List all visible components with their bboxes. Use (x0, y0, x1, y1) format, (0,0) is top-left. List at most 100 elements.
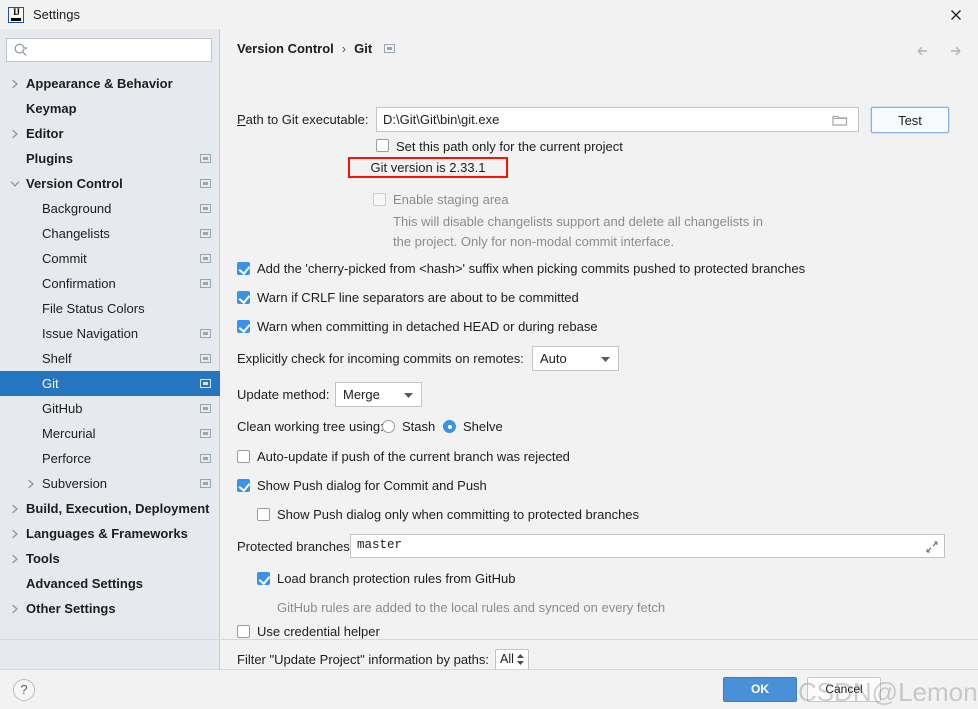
update-method-label: Update method: (237, 387, 330, 402)
sidebar-item-shelf[interactable]: Shelf (0, 346, 220, 371)
stepper-up-icon[interactable] (516, 654, 524, 658)
protected-branches-input[interactable]: master (350, 534, 945, 558)
git-executable-path-input[interactable] (376, 107, 859, 132)
set-path-current-project-checkbox[interactable] (376, 139, 389, 152)
cancel-button[interactable]: Cancel (807, 677, 881, 702)
load-branch-protection-checkbox[interactable] (257, 572, 270, 585)
ok-button[interactable]: OK (723, 677, 797, 702)
staging-hint-line-1: This will disable changelists support an… (393, 214, 763, 229)
chevron-right-icon[interactable] (26, 471, 36, 496)
sidebar-item-advanced-settings[interactable]: Advanced Settings (0, 571, 220, 596)
stepper-down-icon[interactable] (516, 661, 524, 665)
sidebar-item-background[interactable]: Background (0, 196, 220, 221)
sidebar-item-editor[interactable]: Editor (0, 121, 220, 146)
sidebar-item-label: Changelists (42, 226, 110, 241)
module-icon (200, 404, 211, 413)
chevron-right-icon[interactable] (10, 546, 20, 571)
git-settings-panel: Version Control › Git Path to Git execut… (221, 29, 978, 669)
module-icon (200, 329, 211, 338)
sidebar-item-commit[interactable]: Commit (0, 246, 220, 271)
sidebar-item-label: File Status Colors (42, 301, 145, 316)
warn-detached-head-checkbox[interactable] (237, 320, 250, 333)
settings-sidebar: Appearance & Behavior Keymap Editor Plugins… (0, 29, 220, 669)
settings-search[interactable] (6, 38, 212, 62)
sidebar-item-github[interactable]: GitHub (0, 396, 220, 421)
clean-tree-stash-radio[interactable] (382, 420, 395, 433)
auto-update-rejected-checkbox[interactable] (237, 450, 250, 463)
breadcrumb-root[interactable]: Version Control (237, 41, 334, 56)
show-push-dialog-checkbox[interactable] (237, 479, 250, 492)
show-push-dialog-protected-label: Show Push dialog only when committing to… (277, 507, 640, 522)
arrow-right-icon[interactable] (946, 42, 964, 60)
chevron-right-icon[interactable] (10, 121, 20, 146)
sidebar-item-keymap[interactable]: Keymap (0, 96, 220, 121)
incoming-commits-value: Auto (540, 351, 567, 366)
chevron-right-icon[interactable] (10, 596, 20, 621)
sidebar-item-label: Languages & Frameworks (26, 526, 188, 541)
sidebar-item-other-settings[interactable]: Other Settings (0, 596, 220, 621)
expand-icon[interactable] (926, 541, 938, 553)
settings-dialog-body: Appearance & Behavior Keymap Editor Plugins… (0, 29, 978, 669)
sidebar-item-plugins[interactable]: Plugins (0, 146, 220, 171)
show-push-dialog-protected-checkbox[interactable] (257, 508, 270, 521)
update-method-value: Merge (343, 387, 380, 402)
module-icon (384, 44, 396, 53)
title-bar: Settings (0, 0, 978, 29)
sidebar-item-file-status-colors[interactable]: File Status Colors (0, 296, 220, 321)
folder-icon[interactable] (832, 113, 848, 127)
sidebar-item-label: Version Control (26, 176, 123, 191)
sidebar-item-label: Appearance & Behavior (26, 76, 173, 91)
cherry-pick-suffix-checkbox[interactable] (237, 262, 250, 275)
protected-branches-label: Protected branches: (237, 539, 354, 554)
module-icon (200, 179, 211, 188)
close-icon[interactable] (933, 0, 978, 29)
sidebar-item-mercurial[interactable]: Mercurial (0, 421, 220, 446)
search-input[interactable] (6, 38, 212, 62)
sidebar-item-label: Editor (26, 126, 64, 141)
test-button[interactable]: Test (871, 107, 949, 133)
git-version-message: Git version is 2.33.1 (348, 157, 508, 178)
path-label-rest: ath to Git executable: (245, 112, 369, 127)
arrow-left-icon[interactable] (914, 42, 932, 60)
path-to-git-label: Path to Git executable: (237, 112, 369, 127)
chevron-right-icon[interactable] (10, 71, 20, 96)
sidebar-item-version-control[interactable]: Version Control (0, 171, 220, 196)
sidebar-item-subversion[interactable]: Subversion (0, 471, 220, 496)
chevron-down-icon (404, 393, 413, 398)
breadcrumb-separator: › (341, 41, 347, 56)
breadcrumb: Version Control › Git (237, 41, 396, 56)
sidebar-item-git[interactable]: Git (0, 371, 220, 396)
sidebar-item-label: Shelf (42, 351, 72, 366)
load-branch-protection-label: Load branch protection rules from GitHub (277, 571, 516, 586)
incoming-commits-combobox[interactable]: Auto (532, 346, 619, 371)
settings-tree: Appearance & Behavior Keymap Editor Plugins… (0, 71, 220, 621)
sidebar-item-label: Advanced Settings (26, 576, 144, 591)
warn-crlf-checkbox[interactable] (237, 291, 250, 304)
sidebar-item-perforce[interactable]: Perforce (0, 446, 220, 471)
sidebar-item-tools[interactable]: Tools (0, 546, 220, 571)
clean-tree-shelve-radio[interactable] (443, 420, 456, 433)
enable-staging-area-checkbox[interactable] (373, 193, 386, 206)
sidebar-item-issue-navigation[interactable]: Issue Navigation (0, 321, 220, 346)
use-credential-helper-checkbox[interactable] (237, 625, 250, 638)
filter-update-project-stepper[interactable]: All (495, 649, 529, 669)
window-title: Settings (33, 7, 80, 22)
module-icon (200, 229, 211, 238)
chevron-right-icon[interactable] (10, 521, 20, 546)
module-icon (200, 454, 211, 463)
sidebar-item-label: Mercurial (42, 426, 96, 441)
staging-hint-line-2: the project. Only for non-modal commit i… (393, 234, 675, 249)
clean-tree-stash-label: Stash (402, 419, 436, 434)
sidebar-item-changelists[interactable]: Changelists (0, 221, 220, 246)
sidebar-item-label: Tools (26, 551, 60, 566)
help-button[interactable]: ? (13, 679, 35, 701)
sidebar-item-confirmation[interactable]: Confirmation (0, 271, 220, 296)
chevron-right-icon[interactable] (10, 496, 20, 521)
chevron-down-icon[interactable] (10, 171, 20, 196)
sidebar-item-appearance-behavior[interactable]: Appearance & Behavior (0, 71, 220, 96)
sidebar-item-build-execution-deployment[interactable]: Build, Execution, Deployment (0, 496, 220, 521)
sidebar-item-label: Issue Navigation (42, 326, 139, 341)
update-method-combobox[interactable]: Merge (335, 382, 422, 407)
sidebar-item-languages-frameworks[interactable]: Languages & Frameworks (0, 521, 220, 546)
sidebar-item-label: GitHub (42, 401, 83, 416)
